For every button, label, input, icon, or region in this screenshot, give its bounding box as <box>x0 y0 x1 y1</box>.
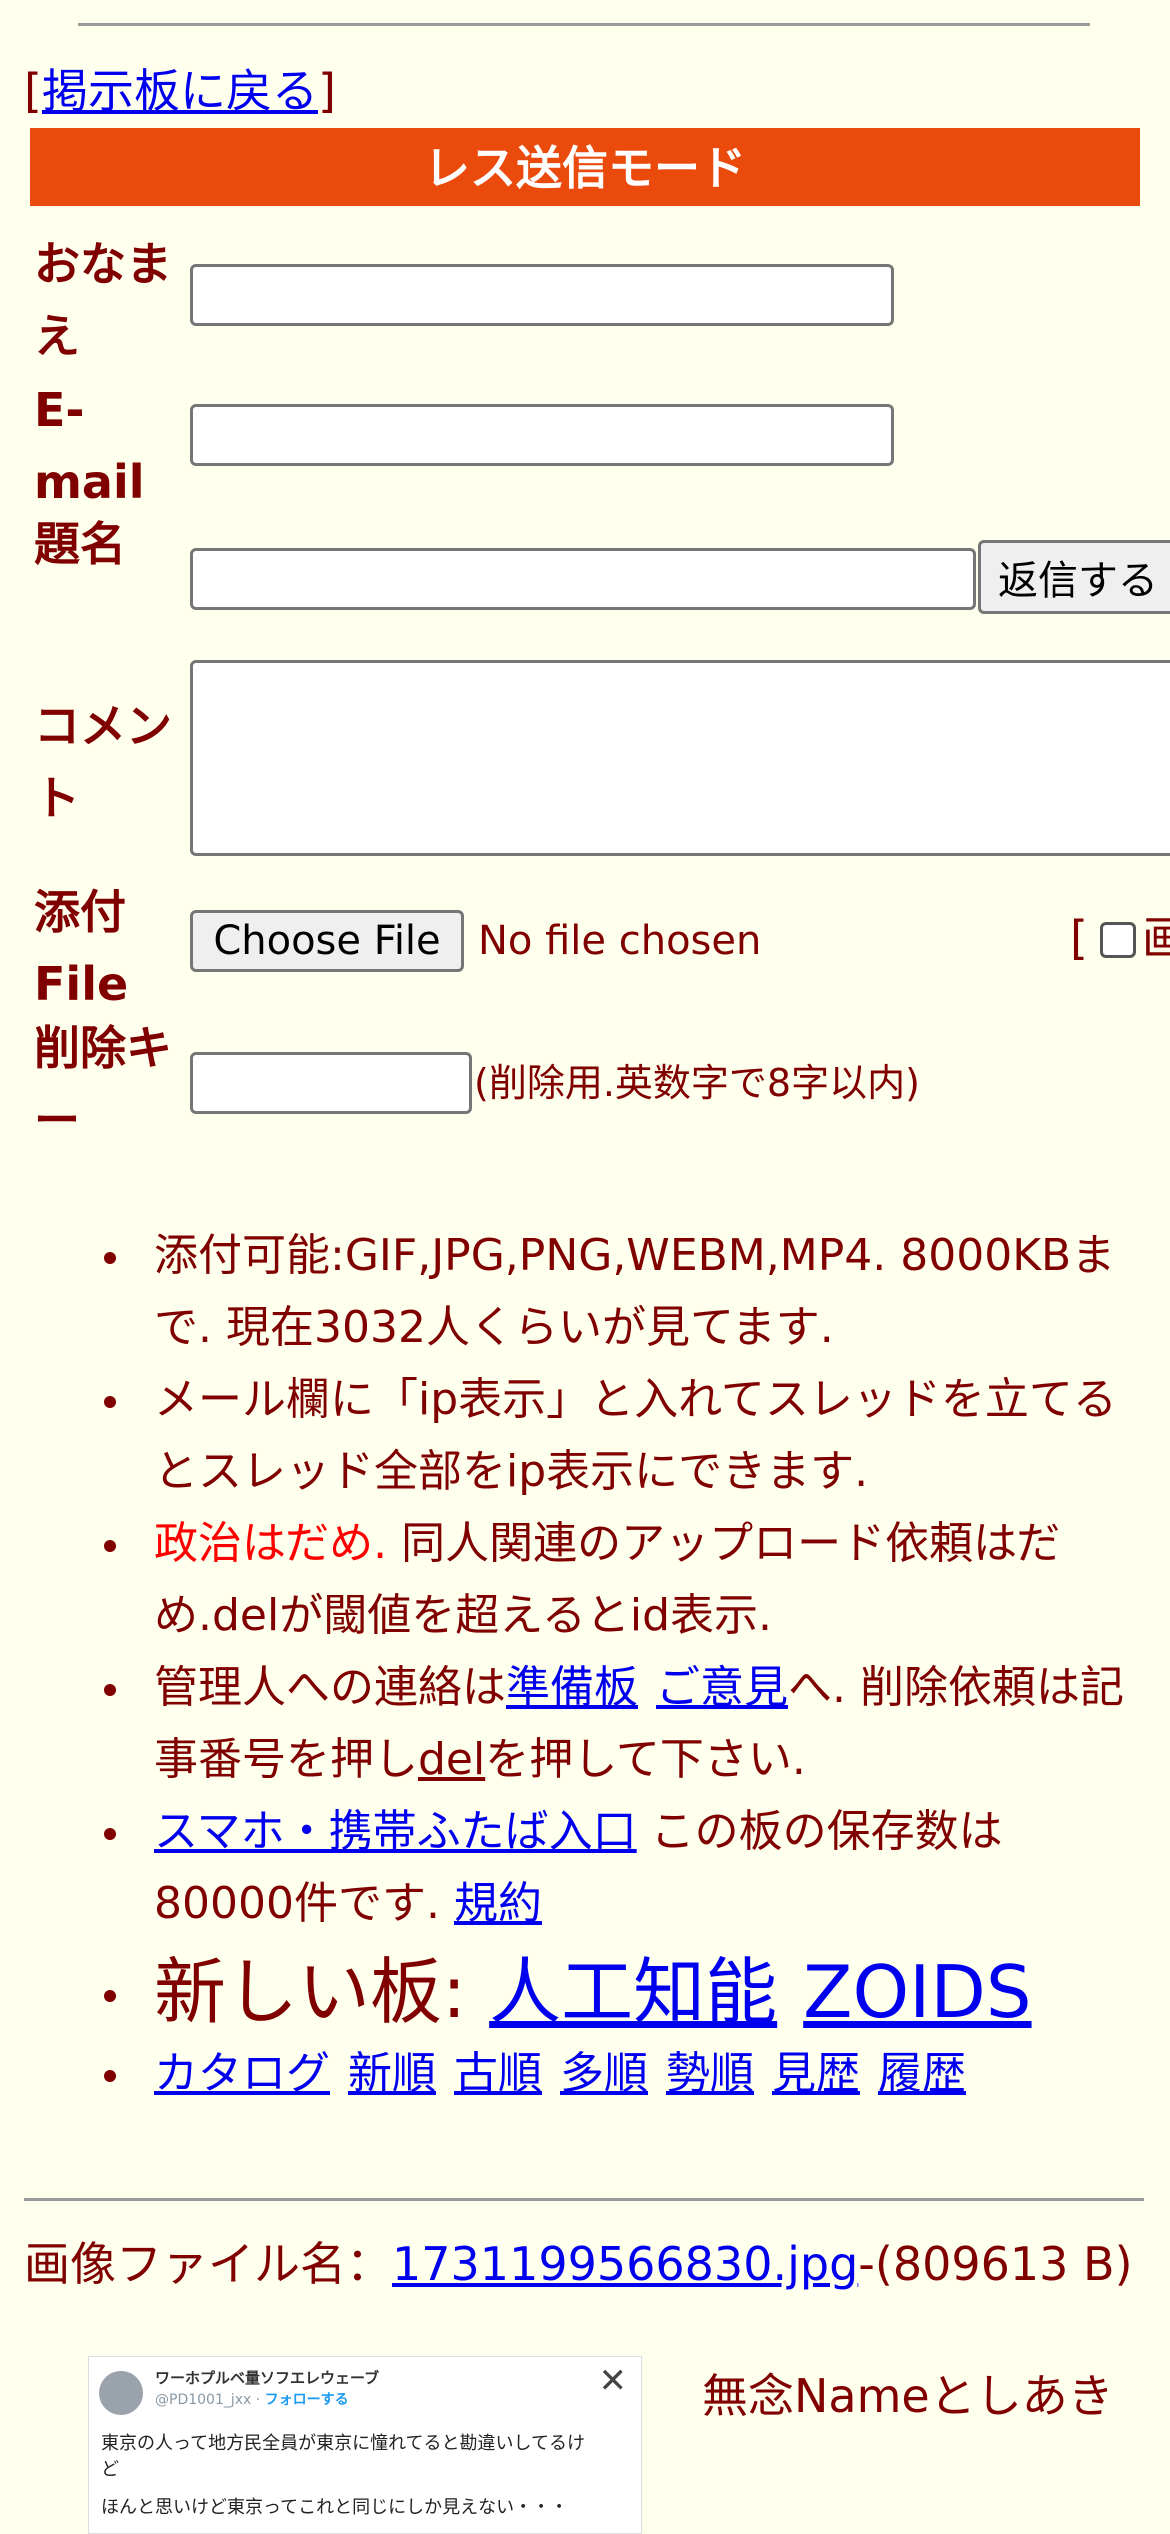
zoids-board-link[interactable]: ZOIDS <box>803 1950 1031 2034</box>
ai-board-link[interactable]: 人工知能 <box>489 1950 777 2034</box>
rule-mobile: スマホ・携帯ふたば入口 この板の保存数は80000件です. 規約 <box>104 1796 1140 1940</box>
bottom-divider <box>24 2198 1144 2201</box>
name-input[interactable] <box>190 264 894 326</box>
tweet-avatar <box>99 2371 143 2415</box>
prep-board-link[interactable]: 準備板 <box>506 1662 638 1713</box>
rule-contact: 管理人への連絡は準備板 ご意見へ. 削除依頼は記事番号を押しdelを押して下さい. <box>104 1652 1140 1796</box>
subject-label: 題名 <box>34 517 126 571</box>
tweet-text-line: 東京の人って地方民全員が東京に憧れてると勘違いしてるけ <box>101 2433 586 2454</box>
image-file-link[interactable]: 1731199566830.jpg <box>392 2237 858 2291</box>
back-to-board-link[interactable]: 掲示板に戻る <box>42 64 318 118</box>
submit-reply-button[interactable]: 返信する <box>978 540 1170 614</box>
top-divider <box>78 23 1090 26</box>
poster-name: 無念Nameとしあき <box>702 2369 1114 2423</box>
reply-mode-header: レス送信モード <box>30 128 1140 206</box>
subject-input[interactable] <box>190 548 976 610</box>
back-to-board: [掲示板に戻る] <box>24 64 336 118</box>
sort-momentum-link[interactable]: 勢順 <box>666 2048 754 2099</box>
sort-newest-link[interactable]: 新順 <box>348 2048 436 2099</box>
delkey-label: 削除キー <box>34 1021 172 1147</box>
image-option-checkbox[interactable] <box>1099 922 1136 958</box>
delkey-input[interactable] <box>190 1052 472 1114</box>
name-label: おなまえ <box>34 237 172 363</box>
comment-textarea[interactable] <box>190 660 1170 856</box>
catalog-link[interactable]: カタログ <box>154 2048 330 2099</box>
tweet-text-line: ど <box>101 2459 119 2480</box>
tweet-handle: @PD1001_jxx · フォローする <box>155 2392 349 2408</box>
feedback-link[interactable]: ご意見 <box>656 1662 788 1713</box>
mobile-entrance-link[interactable]: スマホ・携帯ふたば入口 <box>154 1806 637 1857</box>
terms-link[interactable]: 規約 <box>454 1878 542 1929</box>
close-icon: ✕ <box>598 2361 628 2401</box>
post-file-info: 画像ファイル名：1731199566830.jpg-(809613 B) <box>24 2237 1133 2291</box>
email-label: E-mail <box>34 383 145 509</box>
new-boards: 新しい板: 人工知能 ZOIDS <box>104 1946 1140 2038</box>
rule-politics: 政治はだめ. 同人関連のアップロード依頼はだめ.delが閾値を超えるとid表示. <box>104 1508 1140 1652</box>
sort-links: カタログ 新順 古順 多順 勢順 見歴 履歴 <box>104 2038 1140 2110</box>
post-history-link[interactable]: 履歴 <box>878 2048 966 2099</box>
choose-file-button[interactable]: Choose File <box>190 910 464 972</box>
del-text: del <box>418 1734 486 1785</box>
rule-attachments: 添付可能:GIF,JPG,PNG,WEBM,MP4. 8000KBまで. 現在3… <box>104 1220 1140 1364</box>
tweet-display-name: ワーホプルベ量ソフエレウェーブ <box>155 2369 380 2387</box>
email-input[interactable] <box>190 404 894 466</box>
sort-most-replies-link[interactable]: 多順 <box>560 2048 648 2099</box>
comment-label: コメント <box>34 699 172 825</box>
file-status-text: No file chosen <box>478 918 762 964</box>
board-rules-list: 添付可能:GIF,JPG,PNG,WEBM,MP4. 8000KBまで. 現在3… <box>60 1220 1140 2110</box>
rule-ip-display: メール欄に「ip表示」と入れてスレッドを立てるとスレッド全部をip表示にできます… <box>104 1364 1140 1508</box>
sort-oldest-link[interactable]: 古順 <box>454 2048 542 2099</box>
delkey-hint: (削除用.英数字で8字以内) <box>474 1061 920 1105</box>
viewed-history-link[interactable]: 見歴 <box>772 2048 860 2099</box>
image-option: [画 <box>1070 911 1170 965</box>
post-image-thumbnail[interactable]: ワーホプルベ量ソフエレウェーブ @PD1001_jxx · フォローする ✕ 東… <box>88 2356 642 2534</box>
tweet-text-line: ほんと思いけど東京ってこれと同じにしか見えない・・・ <box>101 2497 569 2518</box>
file-label: 添付File <box>34 885 129 1011</box>
